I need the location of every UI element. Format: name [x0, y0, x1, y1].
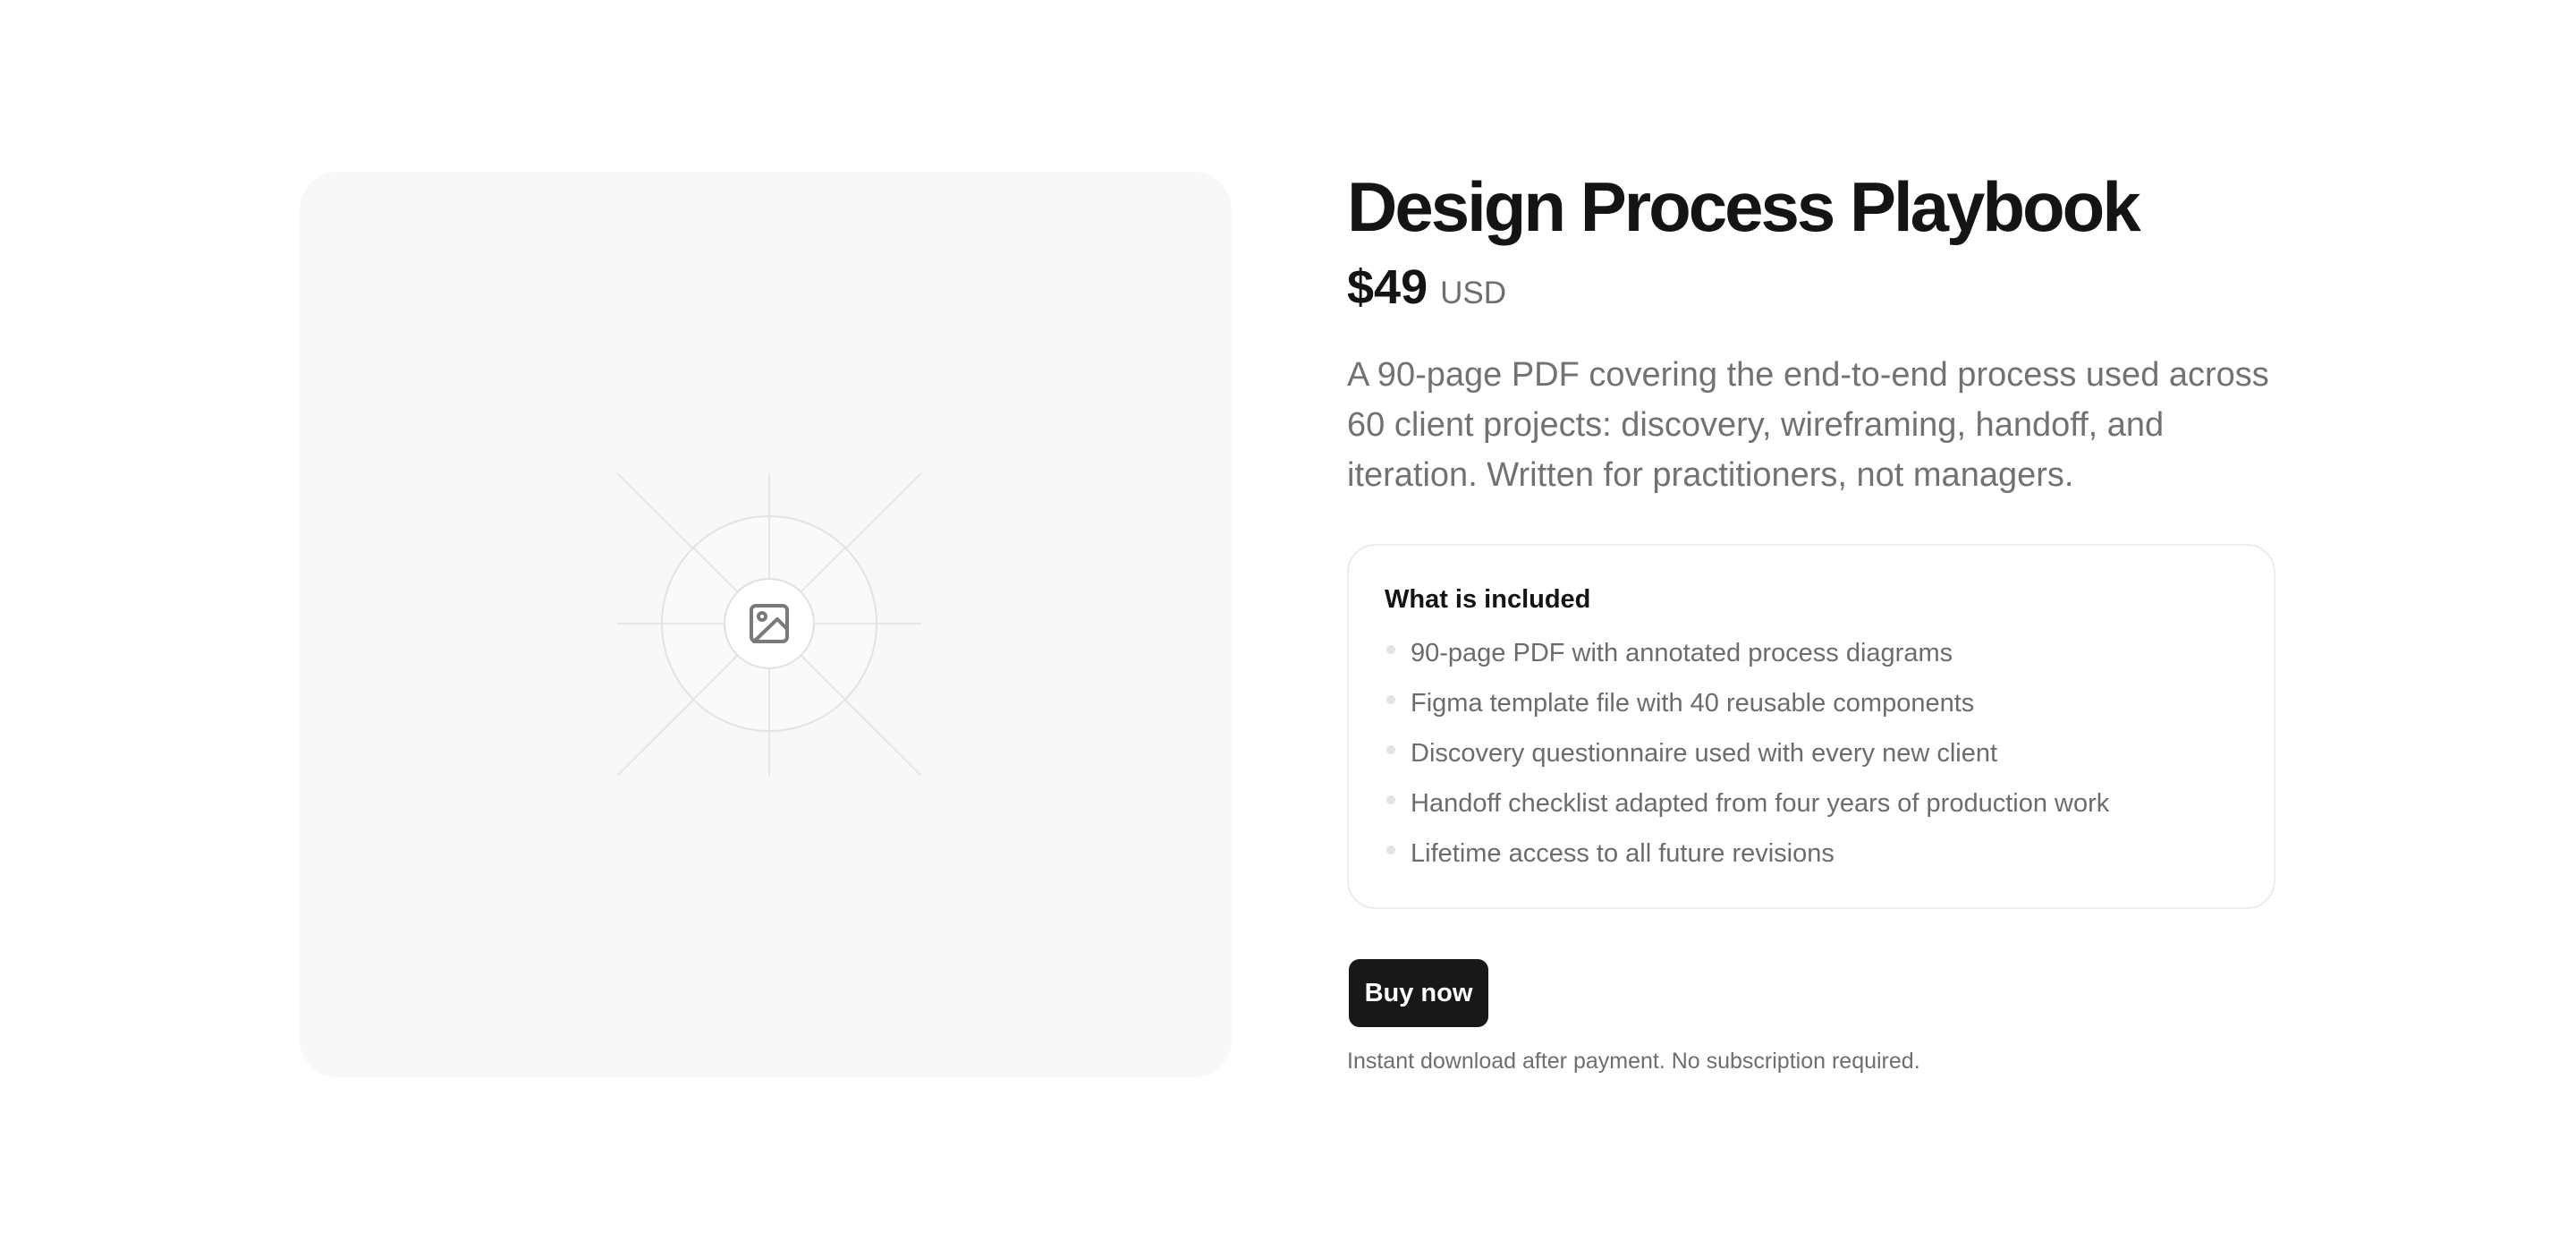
purchase-note: Instant download after payment. No subsc…	[1347, 1049, 1920, 1074]
buy-now-button[interactable]: Buy now	[1349, 959, 1488, 1027]
list-item: Lifetime access to all future revisions	[1385, 828, 2238, 879]
bullet-dot-icon	[1386, 795, 1395, 804]
bullet-dot-icon	[1386, 645, 1395, 654]
product-image-placeholder	[300, 172, 1232, 1077]
list-item-text: Handoff checklist adapted from four year…	[1411, 788, 2110, 818]
included-list: 90-page PDF with annotated process diagr…	[1385, 628, 2238, 879]
list-item-text: Lifetime access to all future revisions	[1411, 838, 1835, 868]
list-item: 90-page PDF with annotated process diagr…	[1385, 628, 2238, 678]
product-title: Design Process Playbook	[1347, 167, 2141, 246]
product-description: A 90-page PDF covering the end-to-end pr…	[1347, 356, 2269, 494]
product-page: Design Process Playbook $49 USD A 90-pag…	[0, 0, 2576, 1249]
bullet-dot-icon	[1386, 745, 1395, 754]
included-card: What is included 90-page PDF with annota…	[1347, 544, 2275, 909]
product-price: $49	[1347, 260, 1428, 314]
bullet-dot-icon	[1386, 845, 1395, 854]
list-item: Discovery questionnaire used with every …	[1385, 728, 2238, 778]
list-item-text: 90-page PDF with annotated process diagr…	[1411, 638, 1953, 667]
bullet-dot-icon	[1386, 695, 1395, 704]
list-item: Handoff checklist adapted from four year…	[1385, 778, 2238, 828]
placeholder-graphic	[616, 472, 922, 777]
list-item-text: Figma template file with 40 reusable com…	[1411, 688, 1975, 718]
product-info: Design Process Playbook $49 USD A 90-pag…	[1347, 167, 2277, 1074]
included-title: What is included	[1385, 585, 1591, 614]
list-item-text: Discovery questionnaire used with every …	[1411, 738, 1998, 768]
price-row: $49 USD	[1347, 259, 2277, 319]
list-item: Figma template file with 40 reusable com…	[1385, 678, 2238, 728]
price-currency: USD	[1440, 276, 1507, 310]
